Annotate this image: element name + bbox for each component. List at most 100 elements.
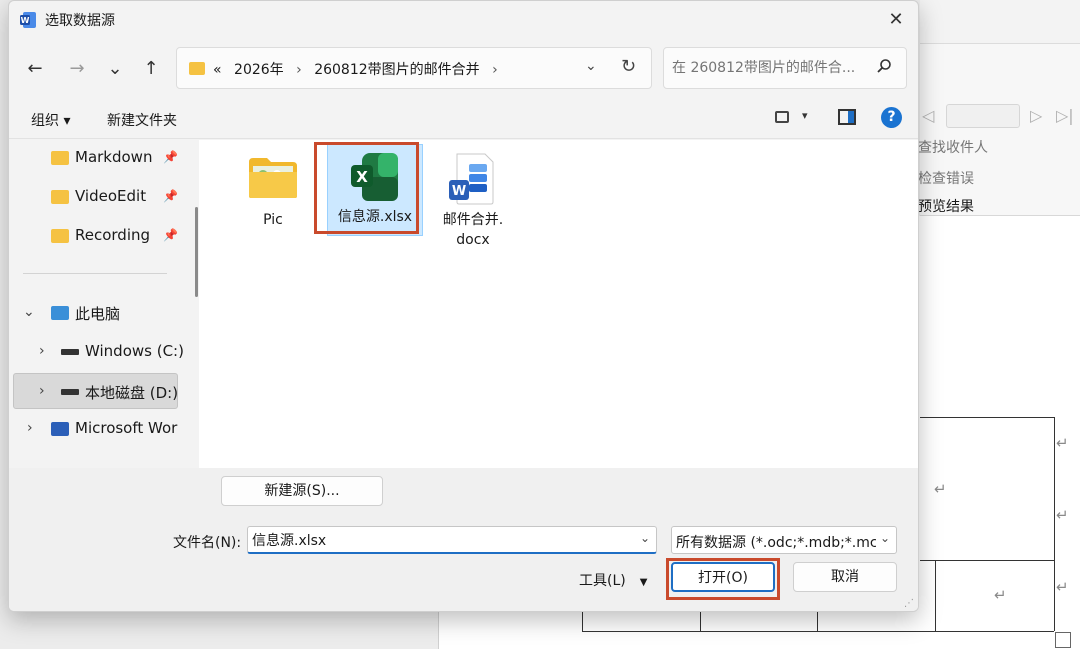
drive-icon [61,389,79,395]
new-folder-button[interactable]: 新建文件夹 [107,110,177,130]
highlight-box-open [666,558,780,600]
chevron-down-icon[interactable]: ⌄ [640,531,650,545]
view-icon[interactable] [775,111,789,123]
filename-input[interactable] [252,530,622,550]
up-button[interactable]: ↑ [137,55,165,83]
filename-field[interactable]: ⌄ [247,526,657,554]
chevron-right-icon[interactable]: › [27,420,33,436]
sidebar-scrollbar[interactable] [195,207,198,297]
folder-icon [51,190,69,204]
table-border [582,631,1054,632]
chevron-down-icon[interactable]: ⌄ [880,531,890,545]
preview-results-button[interactable]: 预览结果 [918,196,974,216]
next-record-icon[interactable]: ▷ [1030,106,1042,125]
last-record-icon[interactable]: ▷| [1056,106,1074,125]
select-data-source-dialog: W 选取数据源 ✕ ← → ⌄ ↑ « 2026年 › 260812带图片的邮件… [8,0,919,612]
preview-pane-icon[interactable] [838,109,856,125]
table-border [920,560,1054,561]
sidebar-item-videoedit[interactable]: VideoEdit 📌 [13,179,179,215]
chevron-down-icon[interactable]: ⌄ [585,58,597,74]
file-type-value: 所有数据源 (*.odc;*.mdb;*.mc [676,535,876,551]
breadcrumb-item[interactable]: 2026年 [226,62,284,78]
breadcrumb-separator-icon[interactable]: › [288,62,310,78]
highlight-box-file [314,142,419,234]
paragraph-mark: ↵ [934,480,947,498]
record-number-input[interactable] [946,104,1020,128]
recent-locations-button[interactable]: ⌄ [101,55,129,83]
folder-icon [189,62,205,75]
file-name: 邮件合并. [442,212,504,228]
navigation-pane: Markdown 📌 VideoEdit 📌 Recording 📌 ⌄ 此电脑… [9,140,195,468]
filename-label: 文件名(N): [173,535,242,551]
cancel-button[interactable]: 取消 [793,562,897,592]
table-border [700,612,701,631]
sidebar-item-windows-c[interactable]: › Windows (C:) [13,334,184,370]
drive-icon [61,349,79,355]
file-list: Pic X 信息源.xlsx W 邮件合并. docx [199,140,918,468]
help-icon[interactable]: ? [881,107,902,128]
sidebar-divider [23,273,167,274]
sidebar-item-recording[interactable]: Recording 📌 [13,218,179,254]
address-bar[interactable]: « 2026年 › 260812带图片的邮件合并 › ⌄ ↻ [176,47,652,89]
new-source-button[interactable]: 新建源(S)... [221,476,383,506]
search-icon[interactable] [876,58,892,74]
file-item-docx[interactable]: W 邮件合并. docx [425,144,521,248]
check-errors-button[interactable]: 检查错误 [918,168,974,188]
sidebar-item-markdown[interactable]: Markdown 📌 [13,140,179,176]
paragraph-mark: ↵ [1056,434,1069,452]
sidebar-item-label: Recording [75,226,151,244]
tools-menu-button[interactable]: 工具(L) ▼ [579,570,647,590]
refresh-icon[interactable]: ↻ [621,56,636,77]
dialog-footer: 新建源(S)... 文件名(N): ⌄ 所有数据源 (*.odc;*.mdb;*… [9,468,918,611]
back-button[interactable]: ← [21,55,49,83]
file-name-line2: docx [456,232,490,248]
sidebar-item-label: Microsoft Wor [75,419,178,437]
table-border [817,612,818,631]
sidebar-item-local-disk-d[interactable]: › 本地磁盘 (D:) [13,373,178,409]
organize-menu-button[interactable]: 组织 ▾ [31,110,70,130]
file-type-select[interactable]: 所有数据源 (*.odc;*.mdb;*.mc ⌄ [671,526,897,554]
folder-icon [51,229,69,243]
find-recipient-button[interactable]: 查找收件人 [918,137,988,157]
breadcrumb-separator-icon[interactable]: › [484,62,506,78]
word-icon [51,422,69,436]
chevron-right-icon[interactable]: › [39,383,45,399]
view-dropdown-icon[interactable]: ▾ [802,109,808,122]
search-input[interactable] [672,57,868,79]
sidebar-item-this-pc[interactable]: ⌄ 此电脑 [13,295,179,331]
word-letter: W [21,16,30,25]
close-icon[interactable]: ✕ [874,1,918,39]
dialog-title-bar: W 选取数据源 ✕ [9,1,918,39]
breadcrumb: « 2026年 › 260812带图片的邮件合并 › [213,59,506,79]
table-resize-handle[interactable] [1055,632,1071,648]
pin-icon: 📌 [163,189,178,203]
forward-button[interactable]: → [63,55,91,83]
word-title-bar [920,0,1080,44]
breadcrumb-overflow[interactable]: « [213,62,222,78]
tools-label: 工具(L) [579,573,626,589]
breadcrumb-item[interactable]: 260812带图片的邮件合并 [314,62,479,78]
record-navigation: ◁ ▷ ▷| [920,102,1080,130]
word-ribbon [920,44,1080,216]
resize-grip-icon[interactable]: ⋰ [904,598,914,609]
word-letter: W [452,184,466,199]
table-border [935,560,936,631]
previous-record-icon[interactable]: ◁ [922,106,934,125]
table-border [582,612,583,631]
pin-icon: 📌 [163,228,178,242]
tools-dropdown-icon: ▼ [639,577,648,588]
chevron-right-icon[interactable]: › [39,343,45,359]
pin-icon: 📌 [163,150,178,164]
table-border [920,417,1054,418]
sidebar-item-label: 此电脑 [75,305,121,323]
sidebar-item-microsoft-word[interactable]: › Microsoft Wor [13,411,179,447]
navigation-bar: ← → ⌄ ↑ « 2026年 › 260812带图片的邮件合并 › ⌄ ↻ [9,41,918,97]
sidebar-item-label: Markdown [75,148,153,166]
file-item-pic[interactable]: Pic [225,144,321,236]
paragraph-mark: ↵ [994,586,1007,604]
computer-icon [51,306,69,320]
search-box[interactable] [663,47,907,89]
chevron-down-icon[interactable]: ⌄ [23,304,35,320]
paragraph-mark: ↵ [1056,506,1069,524]
file-name: Pic [263,212,283,228]
